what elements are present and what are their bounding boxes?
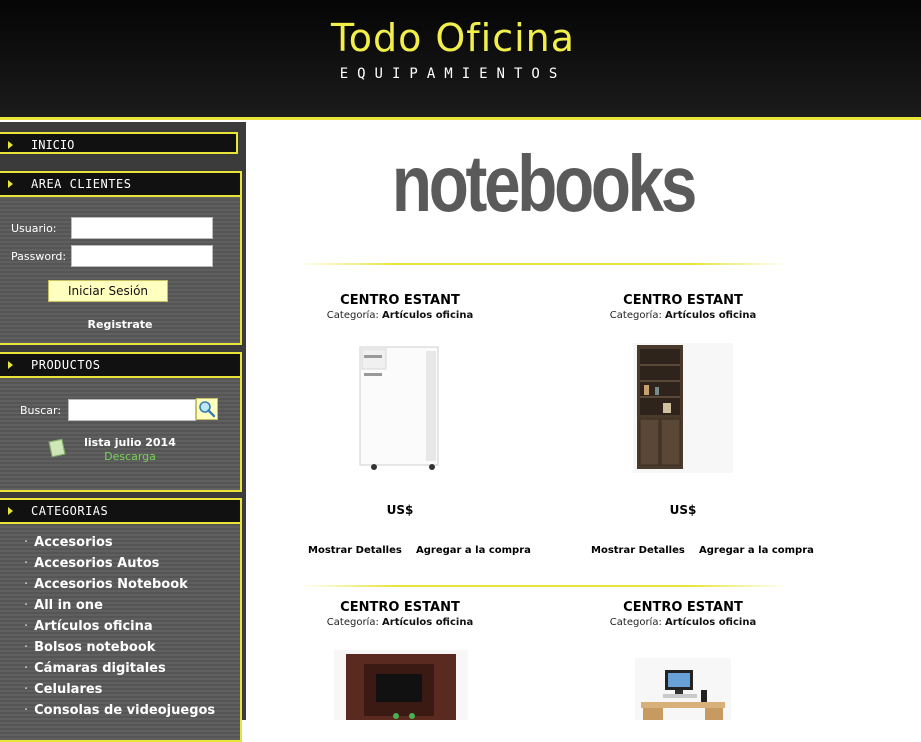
logo-title[interactable]: Todo Oficina (283, 16, 623, 60)
logo-subtitle: EQUIPAMIENTOS (339, 66, 567, 82)
descarga-link[interactable]: Descarga (70, 450, 190, 463)
arrow-right-icon (8, 141, 13, 149)
category-item[interactable]: · Accesorios Notebook (0, 574, 240, 595)
arrow-right-icon (8, 180, 13, 188)
product-name[interactable]: CENTRO ESTANT (300, 600, 500, 615)
area-clientes-title: AREA CLIENTES (31, 177, 132, 191)
product-category: Categoría: Artículos oficina (326, 310, 474, 321)
nav-inicio-label: INICIO (31, 138, 75, 152)
categorias-header: CATEGORIAS (0, 500, 240, 524)
product-category: Categoría: Artículos oficina (609, 310, 757, 321)
password-label: Password: (11, 250, 67, 263)
show-details-link[interactable]: Mostrar Detalles (308, 545, 402, 556)
productos-header: PRODUCTOS (0, 354, 240, 378)
category-item[interactable]: · Consolas de videojuegos (0, 700, 240, 721)
categorias-title: CATEGORIAS (31, 504, 109, 518)
arrow-right-icon (8, 507, 13, 515)
search-input[interactable] (68, 399, 196, 421)
login-button[interactable]: Iniciar Sesión (48, 280, 168, 302)
product-price: US$ (386, 503, 414, 517)
usuario-input[interactable] (71, 217, 213, 239)
category-item[interactable]: · Cámaras digitales (0, 658, 240, 679)
nav-inicio[interactable]: INICIO (0, 132, 238, 154)
category-item[interactable]: · Celulares (0, 679, 240, 700)
product-image[interactable] (352, 343, 448, 473)
productos-title: PRODUCTOS (31, 358, 101, 372)
category-item[interactable]: · All in one (0, 595, 240, 616)
category-item[interactable]: · Bolsos notebook (0, 637, 240, 658)
productos-panel: PRODUCTOS (0, 352, 242, 492)
lista-link[interactable]: lista julio 2014 (70, 436, 190, 449)
area-clientes-header: AREA CLIENTES (0, 173, 240, 197)
add-to-cart-link[interactable]: Agregar a la compra (699, 545, 814, 556)
sidebar: INICIO AREA CLIENTES Usuario: Password: … (0, 122, 246, 742)
password-input[interactable] (71, 245, 213, 267)
category-item[interactable]: · Accesorios Autos (0, 553, 240, 574)
product-name[interactable]: CENTRO ESTANT (300, 293, 500, 308)
divider (298, 585, 788, 587)
document-icon (48, 438, 66, 458)
search-icon (199, 401, 216, 418)
usuario-label: Usuario: (11, 222, 57, 235)
product-price: US$ (669, 503, 697, 517)
add-to-cart-link[interactable]: Agregar a la compra (416, 545, 531, 556)
product-image[interactable] (334, 650, 468, 720)
register-link[interactable]: Registrate (0, 318, 240, 331)
category-item[interactable]: · Accesorios (0, 532, 240, 553)
category-item[interactable]: · Artículos oficina (0, 616, 240, 637)
product-image[interactable] (635, 658, 731, 720)
page-title: notebooks (391, 139, 697, 228)
arrow-right-icon (8, 361, 13, 369)
search-button[interactable] (196, 398, 218, 420)
product-name[interactable]: CENTRO ESTANT (583, 600, 783, 615)
search-label: Buscar: (20, 404, 62, 417)
divider (298, 263, 788, 265)
product-image[interactable] (633, 343, 733, 473)
category-list: · Accesorios · Accesorios Autos · Accesorio… (0, 532, 240, 721)
show-details-link[interactable]: Mostrar Detalles (591, 545, 685, 556)
product-category: Categoría: Artículos oficina (609, 617, 757, 628)
product-name[interactable]: CENTRO ESTANT (583, 293, 783, 308)
site-header: Todo Oficina EQUIPAMIENTOS (0, 0, 921, 120)
product-category: Categoría: Artículos oficina (326, 617, 474, 628)
